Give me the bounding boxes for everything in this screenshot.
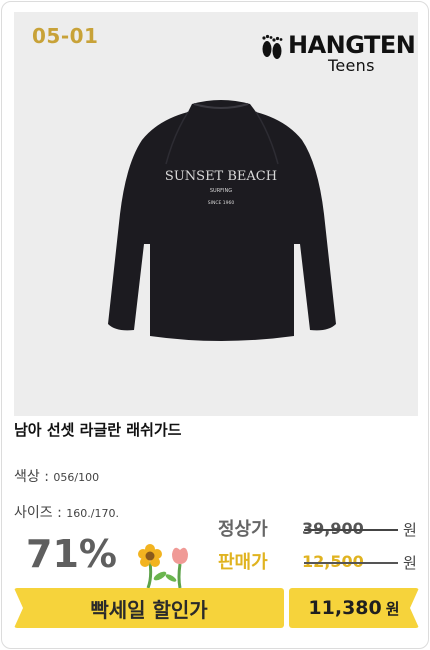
size-label: 사이즈 : bbox=[14, 505, 62, 521]
print-line2: SURFING bbox=[210, 188, 232, 194]
color-label: 색상 : bbox=[14, 469, 49, 485]
promo-label: 빡세일 할인가 bbox=[90, 597, 208, 622]
promo-price-box[interactable]: 11,380 원 bbox=[289, 588, 419, 628]
regular-price-strike bbox=[304, 529, 398, 531]
promo-price-currency: 원 bbox=[385, 599, 400, 618]
promo-banner[interactable]: 빡세일 할인가 bbox=[14, 588, 284, 628]
sale-price-strike bbox=[304, 562, 398, 564]
brand-sub: Teens bbox=[328, 56, 375, 75]
regular-price-currency: 원 bbox=[403, 521, 417, 539]
product-photo[interactable]: 05-01 HANGTEN Teens SUNSET BEACH SURFING bbox=[14, 12, 418, 416]
size-value: 160./170. bbox=[66, 507, 119, 520]
regular-price-label: 정상가 bbox=[218, 519, 268, 540]
product-card[interactable]: 05-01 HANGTEN Teens SUNSET BEACH SURFING bbox=[1, 1, 429, 649]
print-line3: SINCE 1960 bbox=[208, 200, 235, 206]
sale-price-currency: 원 bbox=[403, 554, 417, 572]
print-line1: SUNSET BEACH bbox=[165, 169, 277, 184]
sale-price-label: 판매가 bbox=[218, 552, 268, 573]
product-title[interactable]: 남아 선셋 라글란 래쉬가드 bbox=[14, 419, 181, 440]
promo-price: 11,380 bbox=[308, 597, 382, 619]
discount-rate: 71% bbox=[26, 532, 117, 576]
spec-size: 사이즈 : 160./170. bbox=[14, 502, 119, 522]
color-value: 056/100 bbox=[53, 471, 100, 484]
brand-logo: HANGTEN Teens bbox=[260, 31, 426, 76]
brand-name: HANGTEN bbox=[288, 31, 416, 59]
rashguard-image: SUNSET BEACH SURFING SINCE 1960 bbox=[108, 100, 336, 341]
banner-notch-left bbox=[14, 588, 23, 628]
flowers-icon bbox=[138, 544, 188, 588]
spec-color: 색상 : 056/100 bbox=[14, 466, 99, 486]
banner-notch-right bbox=[410, 588, 419, 628]
footprints-icon bbox=[262, 34, 283, 59]
product-code: 05-01 bbox=[32, 24, 99, 48]
